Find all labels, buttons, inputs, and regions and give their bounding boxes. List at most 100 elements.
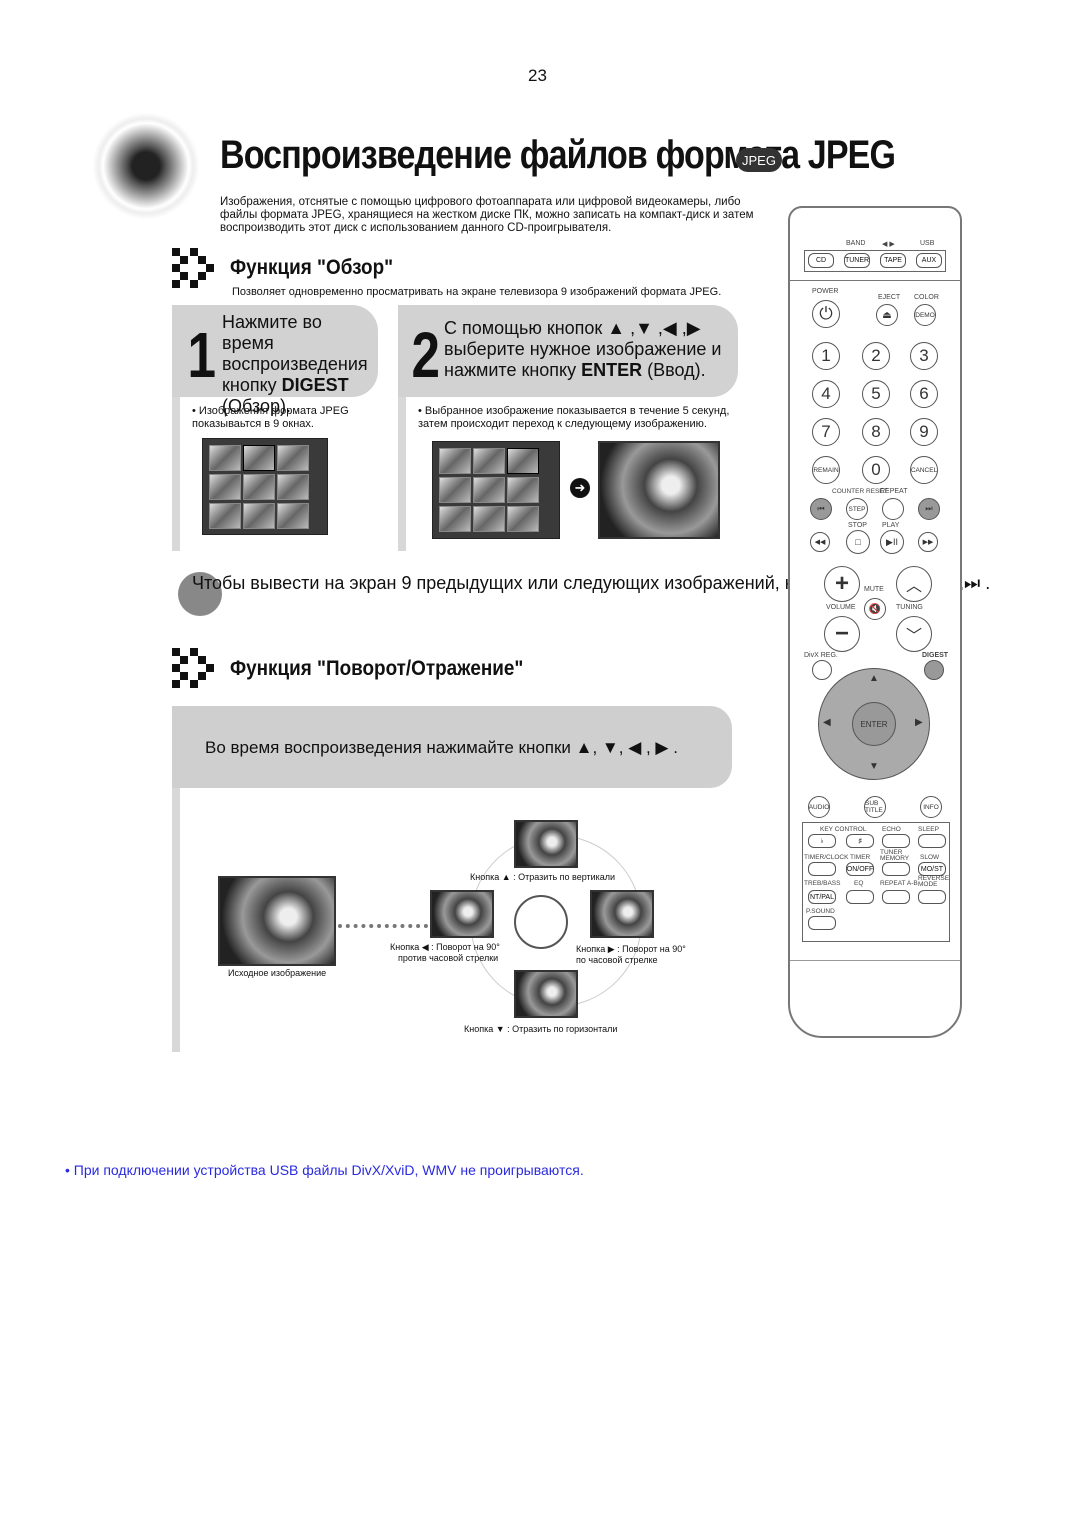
eq-button[interactable] <box>846 890 874 904</box>
repeat-button[interactable] <box>882 498 904 520</box>
prev-track-button[interactable]: ⏮ <box>810 498 832 520</box>
divider <box>790 280 960 281</box>
digest-section-subtitle: Позволяет одновременно просматривать на … <box>232 286 722 298</box>
nine-grid-screen-2 <box>432 441 560 539</box>
caption-right-1: Кнопка ▶ : Поворот на 90° <box>576 944 686 954</box>
rotate-right-image <box>590 890 654 938</box>
intro-text: Изображения, отснятые с помощью цифровог… <box>220 196 754 234</box>
up-arrow-button[interactable]: ▲ <box>869 673 879 684</box>
stop-label: STOP <box>848 522 867 529</box>
key-control-label: KEY CONTROL <box>820 826 867 833</box>
section-arrow-icon <box>172 648 214 688</box>
timer-clock-label: TIMER/CLOCK <box>804 854 849 861</box>
timer-clock-button[interactable] <box>808 862 836 876</box>
timer-onoff-button[interactable]: ON/OFF <box>846 862 874 876</box>
mo-st-button[interactable]: MO/ST <box>918 862 946 876</box>
original-caption: Исходное изображение <box>228 968 327 978</box>
digit-0-button[interactable]: 0 <box>862 456 890 484</box>
audio-button[interactable]: AUDIO <box>808 796 830 818</box>
dpad[interactable]: ENTER ▲ ▼ ◀ ▶ <box>818 668 930 780</box>
step-2-text: С помощью кнопок ▲ ,▼ ,◀ ,▶ выберите нуж… <box>444 318 722 380</box>
stop-button[interactable]: □ <box>846 530 870 554</box>
digest-section-title: Функция "Обзор" <box>230 256 394 279</box>
digit-5-button[interactable]: 5 <box>862 380 890 408</box>
tuner-memory-button[interactable] <box>882 862 910 876</box>
caption-left-2: против часовой стрелки <box>398 953 499 963</box>
usb-label: USB <box>920 240 935 247</box>
rotate-left-image <box>430 890 494 938</box>
rotate-section-title: Функция "Поворот/Отражение" <box>230 657 524 680</box>
right-arrow-button[interactable]: ▶ <box>915 717 923 728</box>
cd-button[interactable]: CD <box>808 253 834 268</box>
tape-button[interactable]: TAPE <box>880 253 906 268</box>
tuner-button[interactable]: TUNER <box>844 253 870 268</box>
digit-8-button[interactable]: 8 <box>862 418 890 446</box>
left-arrow-button[interactable]: ◀ <box>823 717 831 728</box>
key-flat-button[interactable]: ♭ <box>808 834 836 848</box>
kitten-image <box>598 441 720 539</box>
next-track-button[interactable]: ⏭ <box>918 498 940 520</box>
jpeg-badge: JPEG <box>736 148 782 172</box>
step-2-number: 2 <box>411 319 441 391</box>
flip-horizontal-image <box>514 970 578 1018</box>
tuner-memory-label: TUNER MEMORY <box>880 849 910 862</box>
band-label: BAND <box>846 240 866 247</box>
fast-forward-button[interactable]: ▶▶ <box>918 532 938 552</box>
eject-button[interactable]: ⏏ <box>876 304 898 326</box>
info-button[interactable]: INFO <box>920 796 942 818</box>
cancel-button[interactable]: CANCEL <box>910 456 938 484</box>
digit-3-button[interactable]: 3 <box>910 342 938 370</box>
divider <box>790 960 960 961</box>
caption-left-1: Кнопка ◀ : Поворот на 90° <box>390 942 500 952</box>
timer-label: TIMER <box>850 854 871 861</box>
eq-label: EQ <box>854 880 864 887</box>
p-sound-button[interactable] <box>808 916 836 930</box>
nt-pal-button[interactable]: NT/PAL <box>808 890 836 904</box>
aux-button[interactable]: AUX <box>916 253 942 268</box>
reverse-mode-button[interactable] <box>918 890 946 904</box>
digit-9-button[interactable]: 9 <box>910 418 938 446</box>
divx-reg-label: DivX REG. <box>804 652 838 659</box>
enter-button[interactable]: ENTER <box>852 702 896 746</box>
echo-button[interactable] <box>882 834 910 848</box>
section-arrow-icon <box>172 248 214 288</box>
caption-up: Кнопка ▲ : Отразить по вертикали <box>470 872 616 882</box>
repeat-ab-button[interactable] <box>882 890 910 904</box>
digit-6-button[interactable]: 6 <box>910 380 938 408</box>
nine-grid-screen <box>202 438 328 535</box>
digit-7-button[interactable]: 7 <box>812 418 840 446</box>
volume-up-button[interactable]: + <box>824 566 860 602</box>
p-sound-label: P.SOUND <box>806 908 835 915</box>
sleep-button[interactable] <box>918 834 946 848</box>
tuning-up-button[interactable]: ︿ <box>896 566 932 602</box>
repeat-ab-label: REPEAT A-B <box>880 880 918 887</box>
tuning-down-button[interactable]: ﹀ <box>896 616 932 652</box>
caption-down: Кнопка ▼ : Отразить по горизонтали <box>464 1024 618 1034</box>
down-arrow-button[interactable]: ▼ <box>869 761 879 772</box>
tape-dir-label: ◀ ▶ <box>882 241 895 248</box>
power-button[interactable]: ⏻ <box>812 300 840 328</box>
remain-button[interactable]: REMAIN <box>812 456 840 484</box>
play-pause-button[interactable]: ▶II <box>880 530 904 554</box>
arrow-right-icon: ➜ <box>570 478 590 498</box>
footer-note: • При подключении устройства USB файлы D… <box>65 1162 584 1178</box>
divx-reg-button[interactable] <box>812 660 832 680</box>
digest-button[interactable] <box>924 660 944 680</box>
digit-1-button[interactable]: 1 <box>812 342 840 370</box>
step-2-bullet: • Выбранное изображение показывается в т… <box>418 405 730 430</box>
digit-4-button[interactable]: 4 <box>812 380 840 408</box>
sleep-label: SLEEP <box>918 826 939 833</box>
step-button[interactable]: STEP <box>846 498 868 520</box>
volume-down-button[interactable]: − <box>824 616 860 652</box>
dpad-icon <box>514 895 568 949</box>
digit-2-button[interactable]: 2 <box>862 342 890 370</box>
mute-button[interactable]: 🔇 <box>864 598 886 620</box>
subtitle-button[interactable]: SUB TITLE <box>864 796 886 818</box>
flip-vertical-image <box>514 820 578 868</box>
key-sharp-button[interactable]: ♯ <box>846 834 874 848</box>
demo-button[interactable]: DEMO <box>914 304 936 326</box>
page-number: 23 <box>528 66 547 85</box>
rewind-button[interactable]: ◀◀ <box>810 532 830 552</box>
echo-label: ECHO <box>882 826 901 833</box>
color-label: COLOR <box>914 294 939 301</box>
